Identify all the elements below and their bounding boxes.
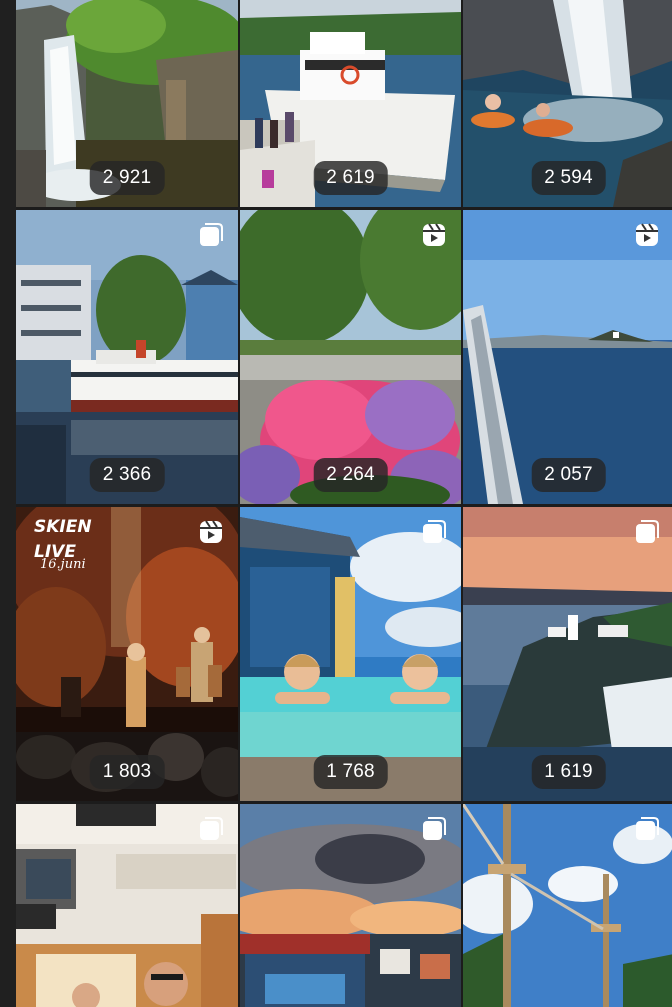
- left-rail: [0, 0, 16, 1007]
- post-tile-sunset-town[interactable]: [240, 804, 461, 1007]
- view-count: 1 619: [531, 755, 606, 789]
- post-tile-harbour-ship[interactable]: 2 366: [16, 210, 238, 504]
- profile-grid-screen: 2 921 2 619 2 594 2 366 2 264 2 057 SKIE…: [0, 0, 672, 1007]
- carousel-icon: [421, 816, 447, 842]
- post-tile-hydrangeas[interactable]: 2 264: [240, 210, 461, 504]
- reel-icon: [198, 519, 224, 545]
- post-tile-ferry[interactable]: 2 619: [240, 0, 461, 207]
- carousel-icon: [421, 519, 447, 545]
- view-count: 1 803: [89, 755, 165, 789]
- view-count: 2 264: [313, 458, 388, 492]
- view-count: 2 366: [89, 458, 165, 492]
- poster-date: 16.juni: [40, 557, 86, 572]
- post-tile-ropes-course[interactable]: [463, 804, 672, 1007]
- post-tile-swimmers[interactable]: 2 594: [463, 0, 672, 207]
- post-tile-pool-kids[interactable]: 1 768: [240, 507, 461, 801]
- reel-icon: [634, 222, 660, 248]
- carousel-icon: [198, 222, 224, 248]
- view-count: 2 594: [531, 161, 606, 195]
- view-count: 1 768: [313, 755, 388, 789]
- post-tile-concert[interactable]: SKIEN LIVE 16.juni 1 803: [16, 507, 238, 801]
- carousel-icon: [634, 816, 660, 842]
- post-tile-sea-view[interactable]: 2 057: [463, 210, 672, 504]
- post-grid: 2 921 2 619 2 594 2 366 2 264 2 057 SKIE…: [16, 0, 672, 1007]
- post-tile-boat-cabin[interactable]: [16, 804, 238, 1007]
- reel-icon: [421, 222, 447, 248]
- view-count: 2 921: [89, 161, 165, 195]
- view-count: 2 057: [531, 458, 606, 492]
- carousel-icon: [634, 519, 660, 545]
- view-count: 2 619: [313, 161, 388, 195]
- post-tile-lighthouse[interactable]: 1 619: [463, 507, 672, 801]
- post-tile-waterfall[interactable]: 2 921: [16, 0, 238, 207]
- carousel-icon: [198, 816, 224, 842]
